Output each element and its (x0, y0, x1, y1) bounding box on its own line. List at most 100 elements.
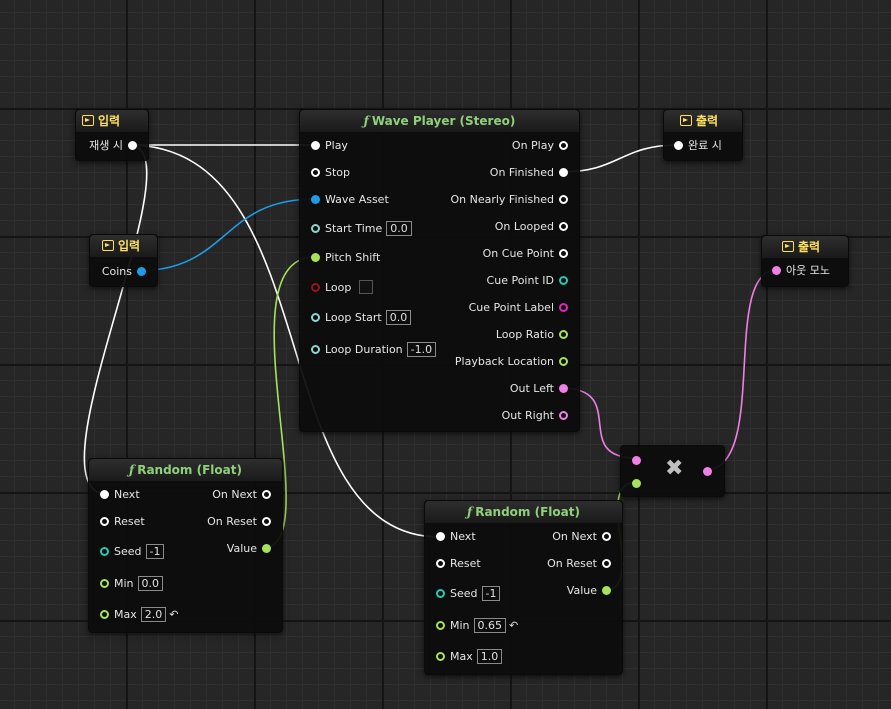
pin-wave-asset[interactable]: Wave Asset (311, 193, 389, 207)
exec-pin-icon[interactable] (602, 559, 611, 568)
loop-start-field[interactable]: 0.0 (385, 310, 412, 325)
pin-on-next[interactable]: On Next (552, 530, 611, 544)
exec-pin-icon[interactable] (559, 168, 568, 177)
pin-multiply-out[interactable] (698, 465, 712, 479)
exec-pin-icon[interactable] (262, 490, 271, 499)
pin-on-finished[interactable]: On Finished (490, 166, 568, 180)
pin-start-time[interactable]: Start Time 0.0 (311, 221, 412, 236)
random-float-node-2[interactable]: ƒ Random (Float) Next Reset Seed -1 Min 0.6… (424, 500, 623, 675)
pin-next[interactable]: Next (100, 488, 140, 502)
audio-pin-icon[interactable] (559, 384, 568, 393)
float-pin-icon[interactable] (632, 479, 641, 488)
pin-next[interactable]: Next (436, 530, 476, 544)
min-field[interactable]: 0.65 (473, 618, 507, 633)
output-node-finished[interactable]: 출력 완료 시 (663, 109, 743, 161)
pin-seed[interactable]: Seed -1 (436, 586, 501, 601)
pin-reset[interactable]: Reset (436, 557, 481, 571)
string-pin-icon[interactable] (559, 303, 568, 312)
pin-value[interactable]: Value (227, 542, 271, 556)
pin-max[interactable]: Max 2.0 ↶ (100, 607, 178, 622)
audio-pin-icon[interactable] (703, 467, 712, 476)
float-pin-icon[interactable] (559, 357, 568, 366)
float-pin-icon[interactable] (262, 544, 271, 553)
pin-loop[interactable]: Loop (311, 280, 374, 295)
exec-pin-icon[interactable] (559, 141, 568, 150)
pin-max[interactable]: Max 1.0 (436, 649, 503, 664)
pin-playback-location[interactable]: Playback Location (455, 355, 568, 369)
time-pin-icon[interactable] (311, 224, 320, 233)
start-time-field[interactable]: 0.0 (386, 221, 412, 236)
exec-pin-icon[interactable] (100, 490, 109, 499)
float-pin-icon[interactable] (311, 253, 320, 262)
reset-default-icon[interactable]: ↶ (169, 608, 178, 622)
max-field[interactable]: 2.0 (140, 607, 167, 622)
pin-out-left[interactable]: Out Left (510, 382, 568, 396)
bool-pin-icon[interactable] (311, 283, 320, 292)
float-pin-icon[interactable] (559, 330, 568, 339)
exec-pin-icon[interactable] (559, 222, 568, 231)
loop-checkbox[interactable] (359, 280, 374, 294)
pin-on-next[interactable]: On Next (212, 488, 271, 502)
min-field[interactable]: 0.0 (137, 576, 164, 591)
pin-on-looped[interactable]: On Looped (495, 220, 568, 234)
float-pin-icon[interactable] (100, 610, 109, 619)
pin-loop-ratio[interactable]: Loop Ratio (496, 328, 568, 342)
pin-multiply-a[interactable] (632, 454, 646, 468)
pin-stop[interactable]: Stop (311, 166, 350, 180)
audio-pin-icon[interactable] (559, 411, 568, 420)
pin-on-reset[interactable]: On Reset (207, 515, 271, 529)
asset-pin-icon[interactable] (137, 267, 146, 276)
pin-cue-point-id[interactable]: Cue Point ID (487, 274, 568, 288)
pin-seed[interactable]: Seed -1 (100, 544, 165, 559)
exec-pin-icon[interactable] (602, 532, 611, 541)
audio-pin-icon[interactable] (632, 456, 641, 465)
pin-min[interactable]: Min 0.65 ↶ (436, 618, 518, 633)
pin-loop-duration[interactable]: Loop Duration -1.0 (311, 342, 437, 357)
pin-on-play[interactable]: On Play (512, 139, 568, 153)
audio-pin-icon[interactable] (772, 266, 781, 275)
float-pin-icon[interactable] (602, 586, 611, 595)
random-float-node-1[interactable]: ƒ Random (Float) Next Reset Seed -1 Min 0.0… (88, 458, 283, 633)
pin-on-reset[interactable]: On Reset (547, 557, 611, 571)
input-node-coins[interactable]: 입력 Coins (89, 234, 158, 287)
max-field[interactable]: 1.0 (476, 649, 503, 664)
input-node-play[interactable]: 입력 재생 시 (75, 109, 149, 161)
seed-field[interactable]: -1 (145, 544, 165, 559)
exec-pin-icon[interactable] (311, 168, 320, 177)
exec-pin-icon[interactable] (311, 141, 320, 150)
exec-pin-icon[interactable] (100, 517, 109, 526)
exec-pin-icon[interactable] (436, 559, 445, 568)
time-pin-icon[interactable] (311, 345, 320, 354)
int-pin-icon[interactable] (559, 276, 568, 285)
pin-on-play-input[interactable]: 재생 시 (89, 139, 137, 153)
pin-on-nearly-finished[interactable]: On Nearly Finished (450, 193, 568, 207)
pin-pitch-shift[interactable]: Pitch Shift (311, 251, 380, 265)
exec-pin-icon[interactable] (262, 517, 271, 526)
wave-player-node[interactable]: ƒ Wave Player (Stereo) Play Stop Wave Ass… (299, 109, 580, 432)
float-pin-icon[interactable] (436, 621, 445, 630)
int-pin-icon[interactable] (100, 547, 109, 556)
pin-on-finished-output[interactable]: 완료 시 (674, 139, 722, 153)
pin-cue-point-label[interactable]: Cue Point Label (469, 301, 568, 315)
asset-pin-icon[interactable] (311, 195, 320, 204)
exec-pin-icon[interactable] (128, 141, 137, 150)
exec-pin-icon[interactable] (559, 249, 568, 258)
exec-pin-icon[interactable] (436, 532, 445, 541)
pin-on-cue-point[interactable]: On Cue Point (483, 247, 568, 261)
reset-default-icon[interactable]: ↶ (509, 619, 518, 633)
exec-pin-icon[interactable] (674, 141, 683, 150)
seed-field[interactable]: -1 (481, 586, 501, 601)
time-pin-icon[interactable] (311, 313, 320, 322)
int-pin-icon[interactable] (436, 589, 445, 598)
multiply-node[interactable]: ✖ (620, 445, 725, 497)
pin-out-right[interactable]: Out Right (502, 409, 568, 423)
pin-min[interactable]: Min 0.0 (100, 576, 164, 591)
pin-out-mono[interactable]: 아웃 모노 (772, 264, 830, 278)
pin-multiply-b[interactable] (632, 477, 646, 491)
pin-reset[interactable]: Reset (100, 515, 145, 529)
float-pin-icon[interactable] (436, 652, 445, 661)
graph-canvas[interactable]: 입력 재생 시 입력 Coins ƒ Wave Player (Stereo) P… (0, 0, 891, 709)
float-pin-icon[interactable] (100, 579, 109, 588)
pin-coins[interactable]: Coins (102, 265, 146, 279)
exec-pin-icon[interactable] (559, 195, 568, 204)
